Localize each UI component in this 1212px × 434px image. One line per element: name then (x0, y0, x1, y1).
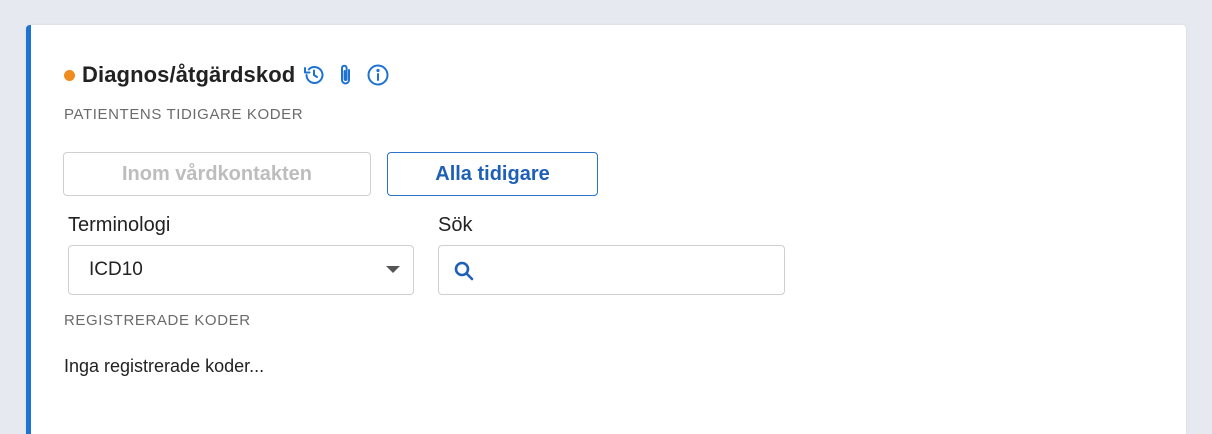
terminology-select[interactable]: ICD10 (68, 245, 414, 295)
registered-codes-label: REGISTRERADE KODER (64, 312, 251, 329)
diagnosis-code-card: Diagnos/åtgärdskod PATIENTENS TIDIGARE K… (26, 25, 1186, 434)
history-icon[interactable] (301, 62, 327, 88)
section-header: Diagnos/åtgärdskod (64, 62, 391, 88)
all-previous-button[interactable]: Alla tidigare (387, 152, 598, 196)
search-input[interactable] (481, 249, 775, 291)
search-label: Sök (438, 214, 473, 236)
empty-registered-codes-text: Inga registrerade koder... (64, 356, 265, 376)
search-field[interactable] (438, 245, 785, 295)
search-icon (454, 261, 474, 281)
paperclip-icon[interactable] (333, 62, 359, 88)
previous-codes-label: PATIENTENS TIDIGARE KODER (64, 106, 304, 123)
section-title: Diagnos/åtgärdskod (82, 62, 296, 87)
terminology-selected-value: ICD10 (89, 259, 143, 280)
chevron-down-icon (386, 266, 400, 273)
within-contact-button[interactable]: Inom vårdkontakten (63, 152, 371, 196)
terminology-label: Terminologi (68, 214, 171, 236)
status-dot (64, 69, 75, 81)
info-icon[interactable] (365, 62, 391, 88)
